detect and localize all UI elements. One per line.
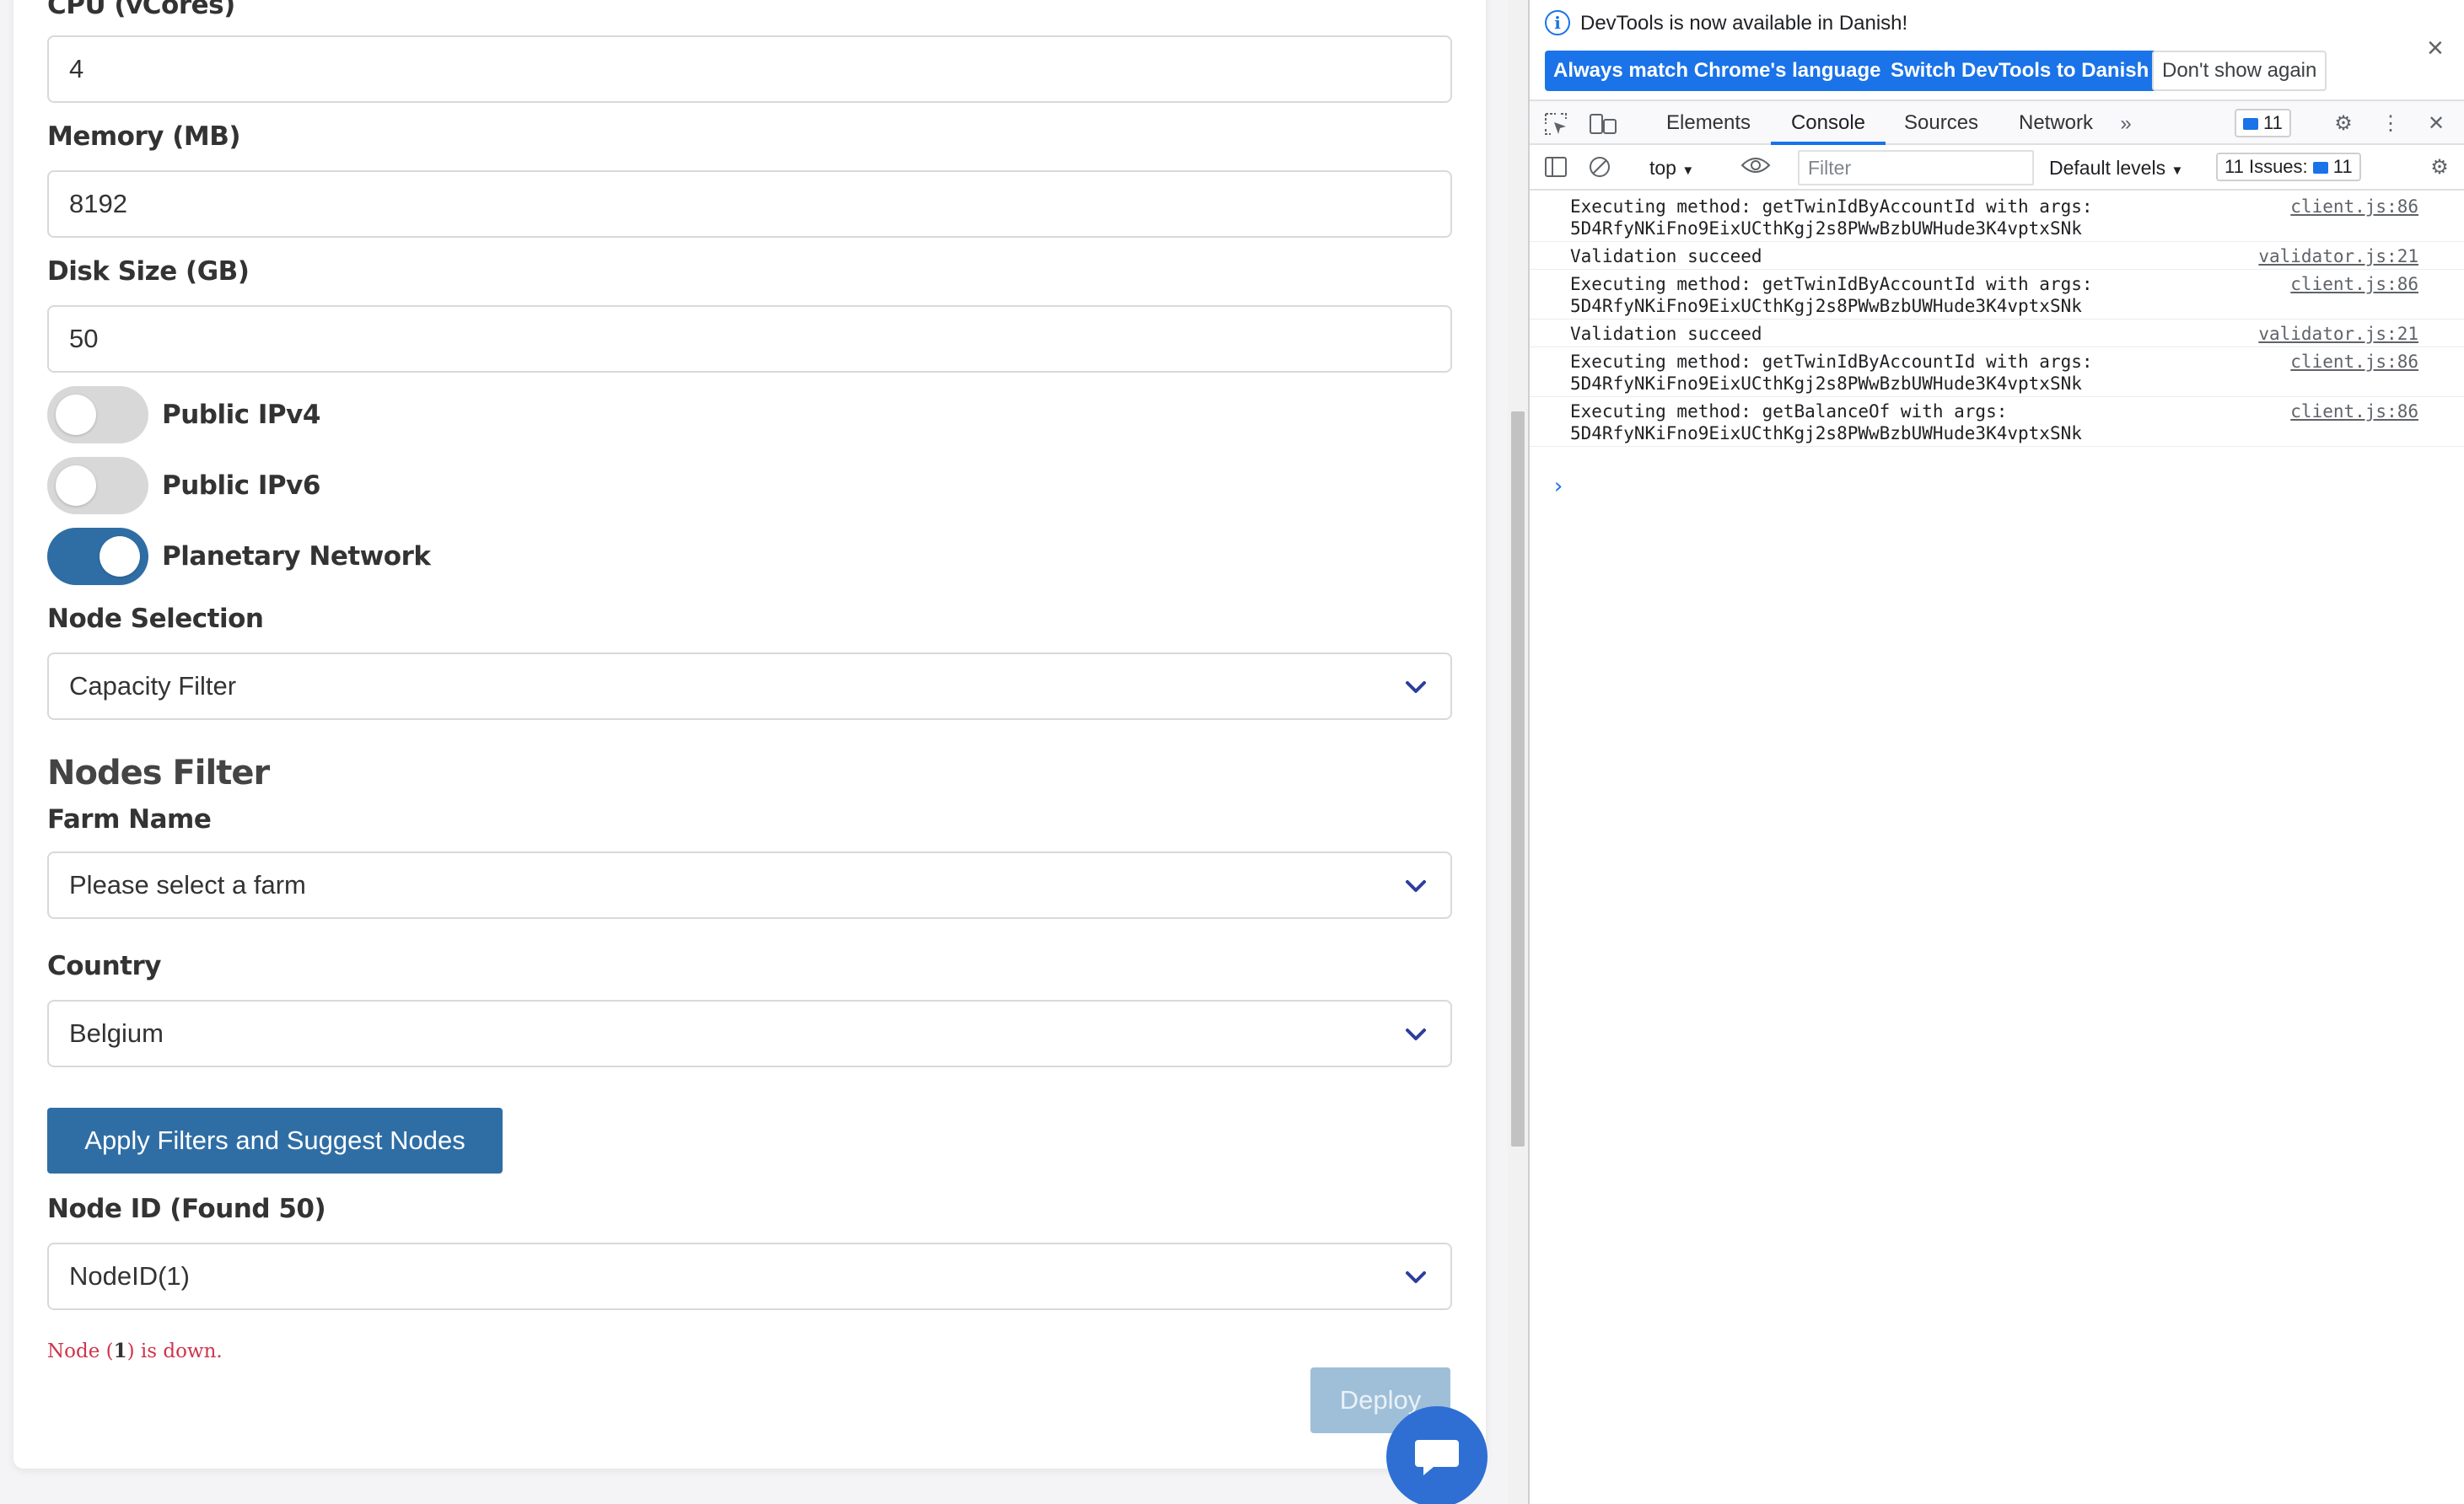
banner-text: DevTools is now available in Danish! <box>1580 12 1908 35</box>
log-text: 5D4RfyNKiFno9EixUCthKgj2s8PWwBzbUWHude3K… <box>1570 423 2082 443</box>
farm-name-label: Farm Name <box>47 804 212 835</box>
chevron-down-icon <box>1405 875 1427 897</box>
page-scrollbar-thumb[interactable] <box>1511 411 1525 1147</box>
node-id-label: Node ID (Found 50) <box>47 1194 326 1224</box>
issues-badge: 11 <box>2332 156 2353 177</box>
log-entry: validator.js:21 Validation succeed <box>1530 320 2464 347</box>
tab-console[interactable]: Console <box>1771 101 1886 145</box>
chevron-down-icon <box>1405 676 1427 698</box>
cpu-input[interactable]: 4 <box>47 35 1452 103</box>
context-select[interactable]: top ▼ <box>1649 155 1708 180</box>
log-levels-value: Default levels <box>2049 157 2166 179</box>
planetary-network-toggle[interactable] <box>47 528 148 585</box>
public-ipv6-label: Public IPv6 <box>162 470 320 501</box>
tab-elements[interactable]: Elements <box>1666 101 1751 145</box>
issues-summary[interactable]: 11 Issues: 11 <box>2216 153 2361 181</box>
log-source-link[interactable]: validator.js:21 <box>2258 323 2418 345</box>
tab-network[interactable]: Network <box>2019 101 2093 145</box>
log-text: 5D4RfyNKiFno9EixUCthKgj2s8PWwBzbUWHude3K… <box>1570 296 2082 316</box>
devtools-tab-bar: Elements Console Sources Network » 11 ⚙ … <box>1530 99 2464 145</box>
more-tabs-icon[interactable]: » <box>2113 111 2139 137</box>
log-source-link[interactable]: client.js:86 <box>2290 196 2418 218</box>
log-source-link[interactable]: client.js:86 <box>2290 273 2418 295</box>
message-icon <box>2312 162 2328 175</box>
node-selection-select[interactable]: Capacity Filter <box>47 653 1452 720</box>
close-devtools-icon[interactable]: ✕ <box>2424 111 2449 137</box>
log-entry: client.js:86 Executing method: getTwinIdB… <box>1530 347 2464 397</box>
toggle-knob <box>100 536 140 577</box>
farm-name-value: Please select a farm <box>69 870 306 900</box>
language-banner: i DevTools is now available in Danish! A… <box>1530 0 2464 99</box>
app-area: CPU (vCores) 4 Memory (MB) 8192 Disk Siz… <box>0 0 1528 1504</box>
log-text: 5D4RfyNKiFno9EixUCthKgj2s8PWwBzbUWHude3K… <box>1570 373 2082 394</box>
match-chrome-language-button[interactable]: Always match Chrome's language <box>1545 51 1890 91</box>
node-id-value: NodeID(1) <box>69 1261 190 1291</box>
node-selection-value: Capacity Filter <box>69 671 237 701</box>
memory-label: Memory (MB) <box>47 121 241 152</box>
error-prefix: Node ( <box>47 1340 114 1362</box>
issues-count: 11 <box>2263 112 2283 133</box>
context-value: top <box>1649 157 1676 179</box>
log-levels-select[interactable]: Default levels ▼ <box>2049 155 2201 180</box>
message-icon <box>2243 118 2258 131</box>
error-suffix: ) is down. <box>126 1340 223 1362</box>
caret-down-icon: ▼ <box>2171 164 2184 178</box>
live-expression-eye-icon[interactable] <box>1739 155 1773 180</box>
planetary-network-label: Planetary Network <box>162 541 431 572</box>
log-entry: client.js:86 Executing method: getTwinIdB… <box>1530 270 2464 320</box>
tab-sources[interactable]: Sources <box>1904 101 1978 145</box>
country-label: Country <box>47 951 162 981</box>
chat-button[interactable] <box>1386 1406 1488 1504</box>
toggle-knob <box>56 465 96 506</box>
close-icon[interactable]: × <box>2427 32 2444 65</box>
dont-show-again-button[interactable]: Don't show again <box>2152 51 2327 91</box>
toggle-knob <box>56 395 96 435</box>
chevron-down-icon <box>1405 1266 1427 1288</box>
apply-filters-button[interactable]: Apply Filters and Suggest Nodes <box>47 1108 503 1174</box>
node-selection-label: Node Selection <box>47 604 264 634</box>
chat-icon <box>1415 1440 1459 1475</box>
console-toolbar: top ▼ Filter Default levels ▼ 11 Issues:… <box>1530 145 2464 191</box>
settings-gear-icon[interactable]: ⚙ <box>2331 111 2356 137</box>
public-ipv4-label: Public IPv4 <box>162 400 320 430</box>
device-toolbar-icon[interactable] <box>1589 111 1617 137</box>
console-filter-input[interactable]: Filter <box>1798 150 2034 185</box>
disk-size-label: Disk Size (GB) <box>47 256 250 287</box>
nodes-filter-heading: Nodes Filter <box>47 754 270 792</box>
public-ipv6-toggle[interactable] <box>47 457 148 514</box>
info-icon: i <box>1545 10 1570 35</box>
country-select[interactable]: Belgium <box>47 1000 1452 1067</box>
console-prompt-input[interactable]: › <box>1552 474 1565 499</box>
log-entry: client.js:86 Executing method: getTwinIdB… <box>1530 192 2464 242</box>
farm-name-select[interactable]: Please select a farm <box>47 851 1452 919</box>
disk-size-input[interactable]: 50 <box>47 305 1452 373</box>
node-error-message: Node (1) is down. <box>47 1340 223 1362</box>
country-value: Belgium <box>69 1018 164 1048</box>
devtools-panel: i DevTools is now available in Danish! A… <box>1528 0 2464 1504</box>
node-id-select[interactable]: NodeID(1) <box>47 1243 1452 1310</box>
inspect-element-icon[interactable] <box>1543 111 1568 137</box>
error-node-id: 1 <box>113 1340 127 1362</box>
sidebar-toggle-icon[interactable] <box>1543 155 1568 180</box>
chevron-down-icon <box>1405 1023 1427 1045</box>
caret-down-icon: ▼ <box>1681 164 1695 178</box>
log-entry: client.js:86 Executing method: getBalance… <box>1530 397 2464 447</box>
console-log: client.js:86 Executing method: getTwinIdB… <box>1530 192 2464 447</box>
console-settings-gear-icon[interactable]: ⚙ <box>2427 155 2452 180</box>
log-source-link[interactable]: client.js:86 <box>2290 400 2418 422</box>
log-entry: validator.js:21 Validation succeed <box>1530 242 2464 270</box>
kebab-menu-icon[interactable]: ⋮ <box>2378 111 2403 137</box>
log-source-link[interactable]: validator.js:21 <box>2258 245 2418 267</box>
cpu-label: CPU (vCores) <box>47 0 235 20</box>
memory-input[interactable]: 8192 <box>47 170 1452 238</box>
switch-to-danish-button[interactable]: Switch DevTools to Danish <box>1882 51 2158 91</box>
issues-label: 11 Issues: <box>2225 156 2308 177</box>
issues-counter[interactable]: 11 <box>2235 109 2291 137</box>
log-text: 5D4RfyNKiFno9EixUCthKgj2s8PWwBzbUWHude3K… <box>1570 218 2082 239</box>
public-ipv4-toggle[interactable] <box>47 386 148 443</box>
log-source-link[interactable]: client.js:86 <box>2290 351 2418 373</box>
clear-console-icon[interactable] <box>1587 155 1612 180</box>
